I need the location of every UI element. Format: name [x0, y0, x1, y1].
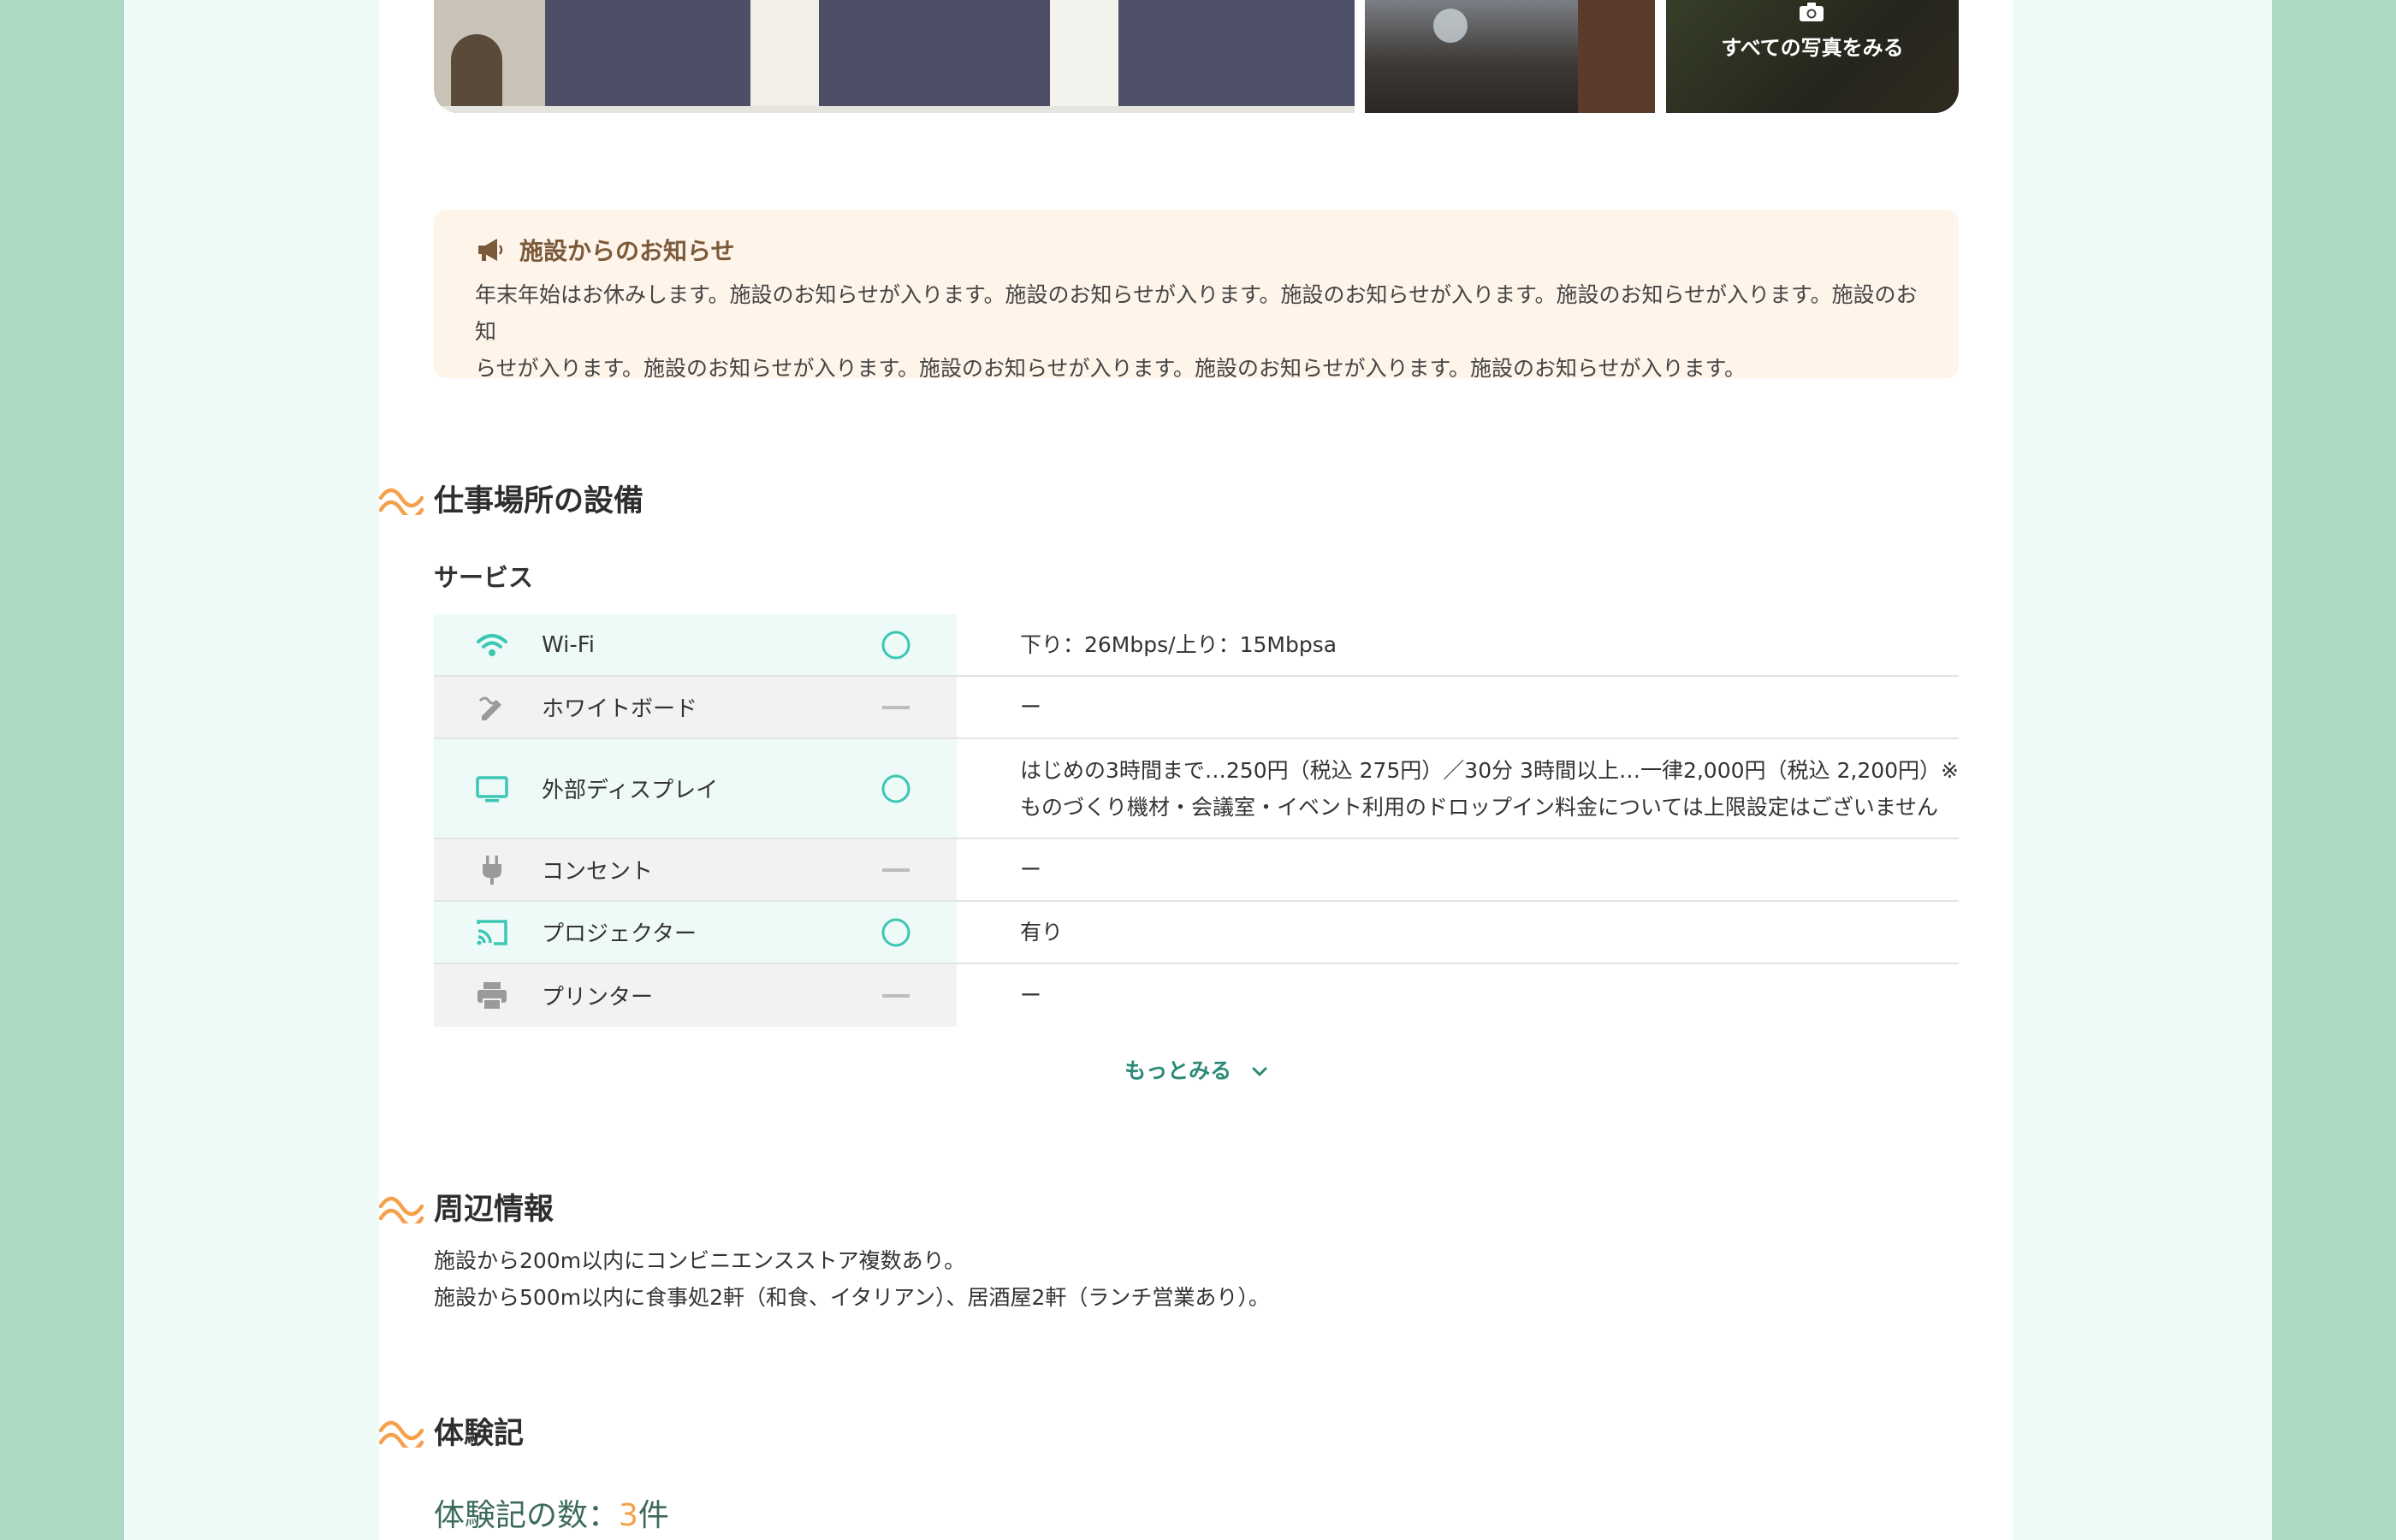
show-more-label: もっとみる: [1124, 1058, 1232, 1083]
facility-name: プロジェクター: [542, 921, 697, 947]
chevron-down-icon: [1252, 1067, 1267, 1077]
megaphone-icon: [478, 239, 503, 261]
notice-body: 年末年始はお休みします。施設のお知らせが入ります。施設のお知らせが入ります。施設…: [475, 276, 1918, 387]
table-row: コンセント ー: [434, 839, 1959, 902]
projector-icon: [477, 919, 507, 945]
facility-detail: ー: [1020, 695, 1042, 720]
report-count: 体験記の数：3件: [434, 1490, 669, 1535]
section-title: 体験記: [434, 1416, 525, 1451]
facility-name: コンセント: [542, 859, 654, 885]
detail-line: ものづくり機材・会議室・イベント利用のドロップイン料金については上限設定はござい…: [1020, 794, 1939, 820]
shop-wall-detail: [1578, 0, 1655, 113]
facility-detail: 下り：26Mbps/上り：15Mbpsa: [1020, 632, 1337, 657]
area-info-text: 施設から200m以内にコンビニエンスストア複数あり。 施設から500m以内に食事…: [434, 1242, 1270, 1316]
circle-mark-icon: [881, 918, 910, 946]
dash-mark-icon: [882, 705, 910, 709]
report-count-unit: 件: [638, 1498, 669, 1533]
table-row: プロジェクター 有り: [434, 902, 1959, 964]
photo-gallery: すべての写真をみる: [434, 0, 1959, 113]
dash-mark-icon: [882, 993, 910, 998]
circle-mark-icon: [881, 774, 910, 803]
notice-title: 施設からのお知らせ: [519, 237, 735, 265]
facility-name: プリンター: [542, 985, 654, 1010]
section-heading-area: 周辺情報: [379, 1185, 554, 1228]
table-row: Wi-Fi 下り：26Mbps/上り：15Mbpsa: [434, 614, 1959, 677]
wifi-icon: [477, 633, 507, 656]
umbrella-image-detail: [1433, 9, 1468, 43]
area-line: 施設から200m以内にコンビニエンスストア複数あり。: [434, 1248, 966, 1273]
report-count-label: 体験記の数：: [434, 1498, 620, 1533]
area-line: 施設から500m以内に食事処2軒（和食、イタリアン）、居酒屋2軒（ランチ営業あり…: [434, 1285, 1270, 1310]
facility-notice: 施設からのお知らせ 年末年始はお休みします。施設のお知らせが入ります。施設のお知…: [434, 210, 1959, 381]
service-subtitle: サービス: [434, 563, 534, 592]
photo-floor-detail: [434, 106, 1355, 113]
table-row: プリンター ー: [434, 964, 1959, 1027]
facility-table: Wi-Fi 下り：26Mbps/上り：15Mbpsa ホワイトボード ー 外部デ…: [434, 614, 1959, 1027]
street-photo[interactable]: [1365, 0, 1655, 113]
notice-line: らせが入ります。施設のお知らせが入ります。施設のお知らせが入ります。施設のお知ら…: [475, 356, 1747, 381]
all-photos-button[interactable]: すべての写真をみる: [1666, 0, 1959, 113]
dash-mark-icon: [882, 868, 910, 872]
circle-mark-icon: [881, 631, 910, 659]
facility-detail: ー: [1020, 857, 1042, 882]
section-title: 仕事場所の設備: [434, 483, 644, 518]
wave-icon: [379, 1420, 424, 1448]
facility-detail: はじめの3時間まで…250円（税込 275円）／30分 3時間以上…一律2,00…: [957, 739, 1959, 838]
outlet-icon: [483, 855, 501, 885]
facility-name: 外部ディスプレイ: [542, 778, 719, 803]
table-row: 外部ディスプレイ はじめの3時間まで…250円（税込 275円）／30分 3時間…: [434, 739, 1959, 839]
page-content: すべての写真をみる 施設からのお知らせ 年末年始はお休みします。施設のお知らせが…: [379, 0, 2013, 1540]
section-heading-facilities: 仕事場所の設備: [379, 477, 643, 519]
facility-name: Wi-Fi: [542, 631, 596, 658]
wave-icon: [379, 1196, 424, 1223]
plant-image-detail: [451, 34, 502, 113]
facility-detail: 有り: [1020, 920, 1064, 945]
printer-icon: [477, 981, 507, 1010]
facility-name: ホワイトボード: [542, 696, 698, 722]
whiteboard-icon: [478, 696, 501, 720]
table-row: ホワイトボード ー: [434, 677, 1959, 739]
section-heading-reports: 体験記: [379, 1409, 524, 1452]
camera-icon: [1800, 3, 1824, 21]
all-photos-label: すべての写真をみる: [1721, 36, 1904, 60]
show-more-button[interactable]: もっとみる: [434, 1054, 1959, 1085]
notice-line: 年末年始はお休みします。施設のお知らせが入ります。施設のお知らせが入ります。施設…: [475, 282, 1918, 344]
main-photo[interactable]: [434, 0, 1355, 113]
detail-line: はじめの3時間まで…250円（税込 275円）／30分 3時間以上…一律2,00…: [1020, 757, 1959, 783]
wave-icon: [379, 488, 424, 515]
report-count-value: 3: [619, 1498, 638, 1533]
facility-detail: ー: [1020, 983, 1042, 1008]
display-icon: [476, 775, 508, 802]
section-title: 周辺情報: [434, 1192, 555, 1227]
